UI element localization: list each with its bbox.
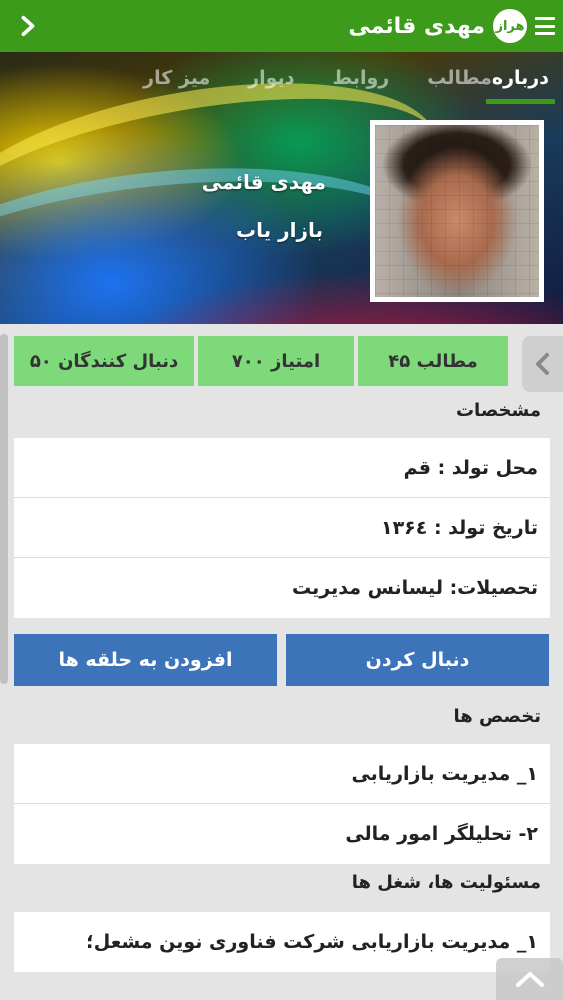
profile-cover: درباره مطالب روابط دیوار میز کار مهدی قا… <box>0 52 563 324</box>
details-card: محل تولد : قم تاریخ تولد : ۱۳۶٤ تحصیلات:… <box>14 438 550 618</box>
avatar[interactable] <box>370 120 544 302</box>
detail-birthdate: تاریخ تولد : ۱۳۶٤ <box>14 498 550 558</box>
follow-button[interactable]: دنبال کردن <box>286 634 549 686</box>
tab-desk[interactable]: میز کار <box>143 52 210 104</box>
scrollbar[interactable] <box>0 334 8 684</box>
profile-role: بازار یاب <box>236 218 323 242</box>
tab-about[interactable]: درباره <box>485 52 556 104</box>
app-logo: هراز <box>493 9 527 43</box>
detail-education: تحصیلات: لیسانس مدیریت <box>292 577 538 599</box>
scroll-to-top-button[interactable] <box>496 958 563 1000</box>
avatar-image <box>375 125 539 297</box>
add-to-circles-button[interactable]: افزودن به حلقه ها <box>14 634 277 686</box>
profile-tabs: درباره مطالب روابط دیوار میز کار <box>0 52 563 104</box>
detail-birthplace: محل تولد : قم <box>14 438 550 498</box>
responsibilities-card: ۱_ مدیریت بازاریابی شرکت فناوری نوین مشع… <box>14 912 550 972</box>
side-panel-toggle[interactable] <box>522 336 563 392</box>
page-title: مهدی قائمی <box>348 13 485 39</box>
stat-points[interactable]: امتیاز ۷۰۰ <box>198 336 354 386</box>
specialties-title: تخصص ها <box>453 706 541 727</box>
chevron-up-icon <box>515 972 544 987</box>
list-item: ۱_ مدیریت بازاریابی <box>14 744 550 804</box>
chevron-right-icon <box>21 15 35 37</box>
back-button[interactable] <box>8 6 48 46</box>
stat-followers[interactable]: دنبال کنندگان ۵۰ <box>14 336 194 386</box>
specialties-card: ۱_ مدیریت بازاریابی ۲- تحلیلگر امور مالی <box>14 744 550 864</box>
hamburger-menu-icon[interactable] <box>535 15 555 37</box>
list-item: ۲- تحلیلگر امور مالی <box>345 823 538 845</box>
responsibilities-title: مسئولیت ها، شغل ها <box>351 872 541 893</box>
chevron-left-icon <box>535 353 549 375</box>
stats-bar: مطالب ۴۵ امتیاز ۷۰۰ دنبال کنندگان ۵۰ <box>0 324 563 392</box>
tab-wall[interactable]: دیوار <box>248 52 294 104</box>
tab-relations[interactable]: روابط <box>332 52 389 104</box>
tab-posts[interactable]: مطالب <box>427 52 492 104</box>
profile-name: مهدی قائمی <box>201 170 326 194</box>
details-title: مشخصات <box>455 400 541 421</box>
stat-posts[interactable]: مطالب ۴۵ <box>358 336 508 386</box>
app-bar: مهدی قائمی هراز <box>0 0 563 52</box>
list-item: ۱_ مدیریت بازاریابی شرکت فناوری نوین مشع… <box>86 931 538 953</box>
